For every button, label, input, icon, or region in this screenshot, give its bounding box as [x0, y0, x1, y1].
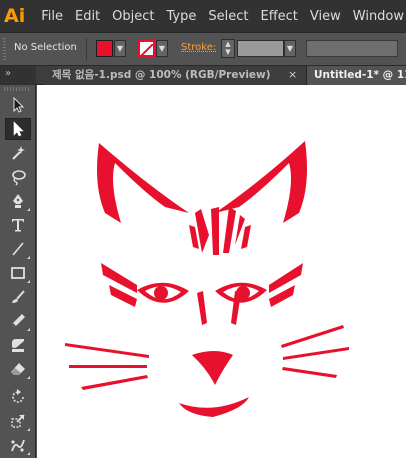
app-logo: Ai [4, 5, 26, 27]
type-tool-icon [12, 219, 24, 232]
selection-tool-icon [13, 96, 25, 113]
cat-nose-stripe [231, 291, 241, 325]
cat-whisker [282, 367, 337, 378]
divider [86, 38, 87, 60]
rotate-tool-icon [12, 389, 24, 403]
lasso-tool-icon [12, 170, 26, 186]
collapse-panel-icon[interactable]: » [5, 68, 11, 79]
stroke-dropdown-button[interactable]: ▼ [156, 40, 168, 57]
pencil-tool[interactable] [5, 310, 31, 332]
rectangle-tool-icon [11, 267, 25, 279]
selection-status: No Selection [14, 42, 77, 53]
paintbrush-tool-icon [12, 290, 25, 303]
tool-flyout-indicator [27, 428, 30, 431]
chevron-down-icon: ▼ [116, 44, 124, 53]
document-tab-psd[interactable]: 제목 없음-1.psd @ 100% (RGB/Preview) [44, 66, 305, 85]
cat-whisker [65, 343, 149, 358]
cat-forehead-stripe [189, 225, 199, 249]
stroke-panel-link[interactable]: Stroke: [181, 42, 216, 53]
cat-nose-stripe [197, 291, 207, 325]
menu-bar: Ai File Edit Object Type Select Effect V… [0, 0, 406, 32]
tool-flyout-indicator [27, 376, 30, 379]
cat-left-ear [97, 143, 189, 223]
tools-panel [0, 85, 36, 458]
document-tab-untitled[interactable]: Untitled-1* @ 11 [306, 66, 406, 85]
blob-brush-tool-icon [12, 339, 24, 352]
menu-window[interactable]: Window [347, 9, 406, 24]
eraser-tool-icon [11, 363, 25, 375]
direct-selection-tool-icon [13, 121, 24, 137]
cat-whisker [281, 325, 344, 348]
cat-forehead-stripe [241, 225, 251, 249]
cat-left-pupil [154, 286, 168, 300]
menu-edit[interactable]: Edit [69, 9, 106, 24]
eraser-tool[interactable] [5, 358, 31, 380]
cat-forehead-stripe [211, 207, 219, 255]
menu-object[interactable]: Object [106, 9, 160, 24]
paintbrush-tool[interactable] [5, 286, 31, 308]
tools-panel-grip[interactable] [4, 87, 31, 91]
pen-tool[interactable] [5, 190, 31, 212]
tab-label: Untitled-1* @ 11 [314, 69, 406, 81]
cat-whisker [69, 365, 147, 368]
stroke-color-swatch[interactable] [138, 40, 155, 58]
line-segment-tool-icon [12, 242, 24, 256]
puppet-warp-tool[interactable] [5, 434, 31, 456]
stepper-down-icon[interactable]: ▼ [222, 48, 234, 56]
type-tool[interactable] [5, 214, 31, 236]
rotate-tool[interactable] [5, 386, 31, 408]
rectangle-tool[interactable] [5, 262, 31, 284]
menu-view[interactable]: View [304, 9, 347, 24]
chevron-down-icon: ▼ [286, 44, 294, 53]
menu-effect[interactable]: Effect [254, 9, 303, 24]
magic-wand-tool[interactable] [5, 142, 31, 164]
menu-file[interactable]: File [35, 9, 69, 24]
tool-flyout-indicator [27, 452, 30, 455]
stroke-weight-stepper[interactable]: ▲ ▼ [221, 39, 235, 58]
tool-flyout-indicator [27, 328, 30, 331]
artboard-canvas[interactable] [37, 85, 406, 458]
control-bar: No Selection ▼ ▼ Stroke: ▲ ▼ ▼ [0, 32, 406, 66]
cat-whisker [283, 347, 349, 360]
menu-type[interactable]: Type [161, 9, 203, 24]
direct-selection-tool[interactable] [5, 118, 31, 140]
tab-label: 제목 없음-1.psd @ 100% (RGB/Preview) [52, 69, 271, 81]
control-bar-grip[interactable] [3, 38, 6, 60]
fill-color-swatch[interactable] [96, 40, 113, 57]
cat-nose [192, 351, 233, 385]
cat-cheek-stripe [269, 263, 303, 293]
tool-flyout-indicator [27, 256, 30, 259]
lasso-tool[interactable] [5, 166, 31, 188]
stroke-weight-dropdown-button[interactable]: ▼ [284, 40, 296, 57]
line-segment-tool[interactable] [5, 238, 31, 260]
scale-tool[interactable] [5, 410, 31, 432]
selection-tool[interactable] [5, 94, 31, 116]
blob-brush-tool[interactable] [5, 334, 31, 356]
tool-flyout-indicator [27, 208, 30, 211]
document-tab-bar: » 제목 없음-1.psd @ 100% (RGB/Preview) × Unt… [0, 66, 406, 85]
chevron-down-icon: ▼ [158, 44, 166, 53]
fill-dropdown-button[interactable]: ▼ [114, 40, 126, 57]
pen-tool-icon [13, 194, 23, 208]
pencil-tool-icon [12, 314, 25, 327]
cat-whisker [81, 375, 148, 390]
menu-select[interactable]: Select [202, 9, 254, 24]
variable-width-profile-dropdown[interactable] [306, 40, 398, 57]
cat-forehead-stripe [223, 207, 236, 253]
stepper-up-icon[interactable]: ▲ [222, 40, 234, 48]
stroke-weight-input[interactable] [237, 40, 284, 57]
close-tab-icon[interactable]: × [288, 66, 297, 84]
scale-tool-icon [11, 414, 25, 428]
magic-wand-tool-icon [12, 146, 25, 160]
cat-face-artwork[interactable] [37, 85, 406, 458]
no-stroke-slash-icon [139, 43, 154, 58]
cat-mouth [179, 397, 249, 417]
puppet-warp-tool-icon [11, 439, 25, 452]
tool-flyout-indicator [27, 280, 30, 283]
cat-cheek-stripe [101, 263, 137, 293]
tools-panel-header[interactable]: » [0, 66, 36, 85]
cat-illustration-group [65, 141, 349, 417]
